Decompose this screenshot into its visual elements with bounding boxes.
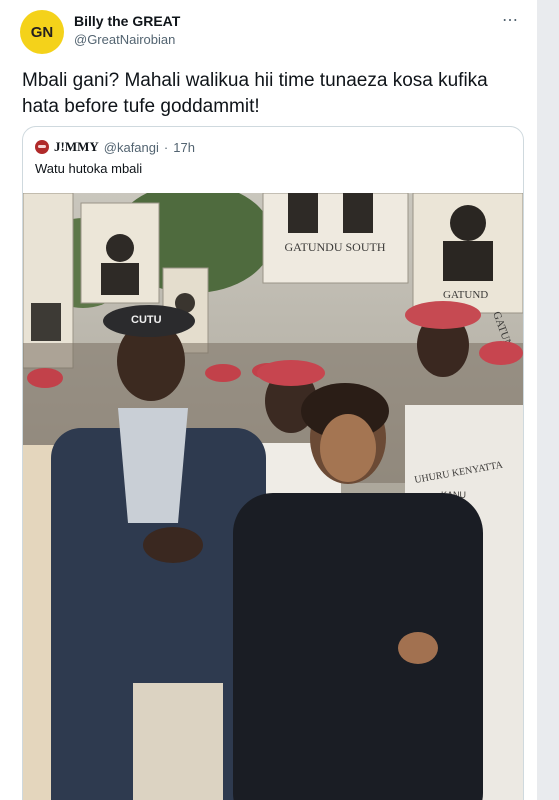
tweet-card[interactable]: GN Billy the GREAT @GreatNairobian ⋯ Mba… [0, 0, 537, 800]
tweet-text: Mbali gani? Mahali walikua hii time tuna… [22, 70, 488, 117]
author-name[interactable]: Billy the GREAT [74, 13, 180, 29]
sign-text-gatundu-south: GATUNDU SOUTH [285, 240, 386, 254]
placard-portrait-1 [80, 202, 160, 304]
red-cap [27, 368, 63, 388]
quoted-author-name[interactable]: J!MMY [54, 139, 99, 155]
quoted-author-handle[interactable]: @kafangi [104, 140, 159, 155]
placard-portrait-right: GATUND [412, 193, 523, 314]
quoted-tweet-header: J!MMY @kafangi · 17h [35, 139, 195, 155]
quoted-tweet[interactable]: J!MMY @kafangi · 17h Watu hutoka mbali G… [22, 126, 524, 800]
author-handle[interactable]: @GreatNairobian [74, 32, 175, 47]
quoted-photo[interactable]: GATUNDU SOUTH GATUND GATUNDU UHURU KENYA… [23, 193, 523, 800]
quoted-timestamp[interactable]: 17h [173, 140, 195, 155]
sign-text-gatund: GATUND [443, 289, 488, 301]
placard-gatundu-south: GATUNDU SOUTH [262, 193, 409, 284]
avatar[interactable]: GN [20, 10, 64, 54]
quoted-avatar[interactable] [35, 140, 49, 154]
quoted-separator: · [163, 139, 169, 155]
cap-text: CUTU [131, 314, 162, 326]
red-cap [205, 364, 241, 382]
more-options-icon[interactable]: ⋯ [502, 10, 519, 30]
quoted-tweet-text: Watu hutoka mbali [35, 161, 143, 176]
red-cap [479, 341, 523, 365]
placard-left [23, 193, 74, 369]
